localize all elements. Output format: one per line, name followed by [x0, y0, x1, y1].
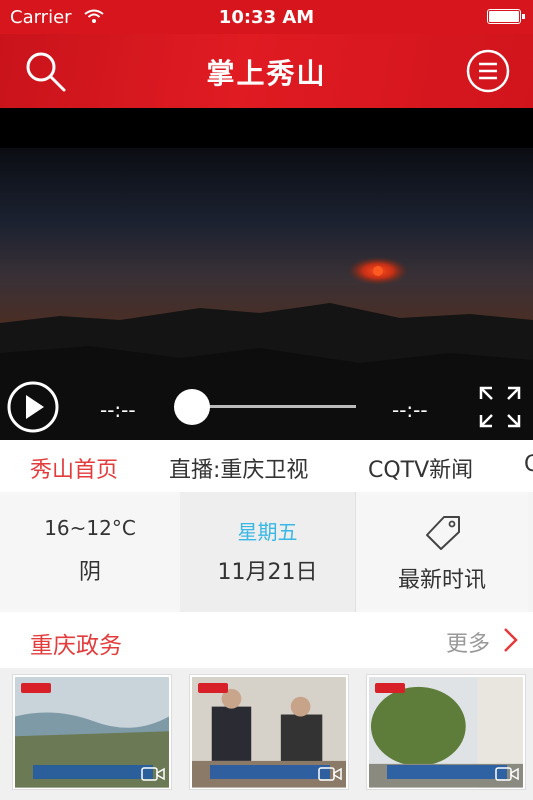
tab-cqtv-news[interactable]: CQTV新闻: [368, 452, 473, 484]
tag-icon: [426, 516, 460, 550]
video-camera-icon: [318, 767, 342, 781]
video-camera-icon: [495, 767, 519, 781]
channel-tabs: 秀山首页 直播:重庆卫视 CQTV新闻 C: [0, 440, 533, 493]
seek-track[interactable]: [192, 405, 356, 408]
caption-strip: [210, 765, 330, 779]
tab-live-cqtv[interactable]: 直播:重庆卫视: [169, 452, 308, 484]
weekday-label: 星期五: [237, 520, 298, 544]
latest-news-cell[interactable]: 最新时讯: [355, 492, 528, 612]
ctv-logo: [198, 683, 228, 693]
video-camera-icon: [141, 767, 165, 781]
battery-icon: [487, 9, 525, 24]
menu-icon[interactable]: [465, 48, 511, 94]
section-header: 重庆政务 更多: [0, 612, 533, 668]
date-cell: 星期五 11月21日: [180, 492, 355, 612]
caption-strip: [33, 765, 153, 779]
info-row: 16~12°C 阴 星期五 11月21日 最新时讯: [0, 492, 533, 612]
chevron-right-icon[interactable]: [500, 626, 520, 654]
caption-strip: [387, 765, 507, 779]
video-player[interactable]: --:-- --:--: [0, 108, 533, 440]
weather-temp: 16~12°C: [44, 516, 136, 540]
seek-thumb[interactable]: [174, 389, 210, 425]
status-bar: Carrier 10:33 AM: [0, 0, 533, 34]
video-thumbnail[interactable]: [12, 674, 172, 790]
status-time: 10:33 AM: [218, 7, 315, 28]
nav-bar: 掌上秀山: [0, 34, 533, 108]
latest-news-label: 最新时讯: [397, 568, 486, 593]
play-icon[interactable]: [6, 380, 60, 434]
weather-condition: 阴: [78, 560, 101, 585]
fullscreen-icon[interactable]: [478, 385, 522, 429]
video-thumbnail-list: [0, 668, 533, 800]
date-label: 11月21日: [217, 560, 318, 585]
ctv-logo: [21, 683, 51, 693]
video-thumbnail[interactable]: [366, 674, 526, 790]
page-title: 掌上秀山: [206, 57, 327, 90]
elapsed-time: --:--: [100, 398, 136, 422]
video-thumbnail[interactable]: [189, 674, 349, 790]
tab-more-partial[interactable]: C: [524, 452, 533, 477]
weather-cell[interactable]: 16~12°C 阴: [0, 492, 180, 612]
more-link[interactable]: 更多: [446, 626, 490, 658]
video-frame: [0, 148, 533, 440]
section-title: 重庆政务: [30, 633, 122, 659]
remaining-time: --:--: [392, 398, 428, 422]
ctv-logo: [375, 683, 405, 693]
tab-home[interactable]: 秀山首页: [30, 452, 118, 484]
